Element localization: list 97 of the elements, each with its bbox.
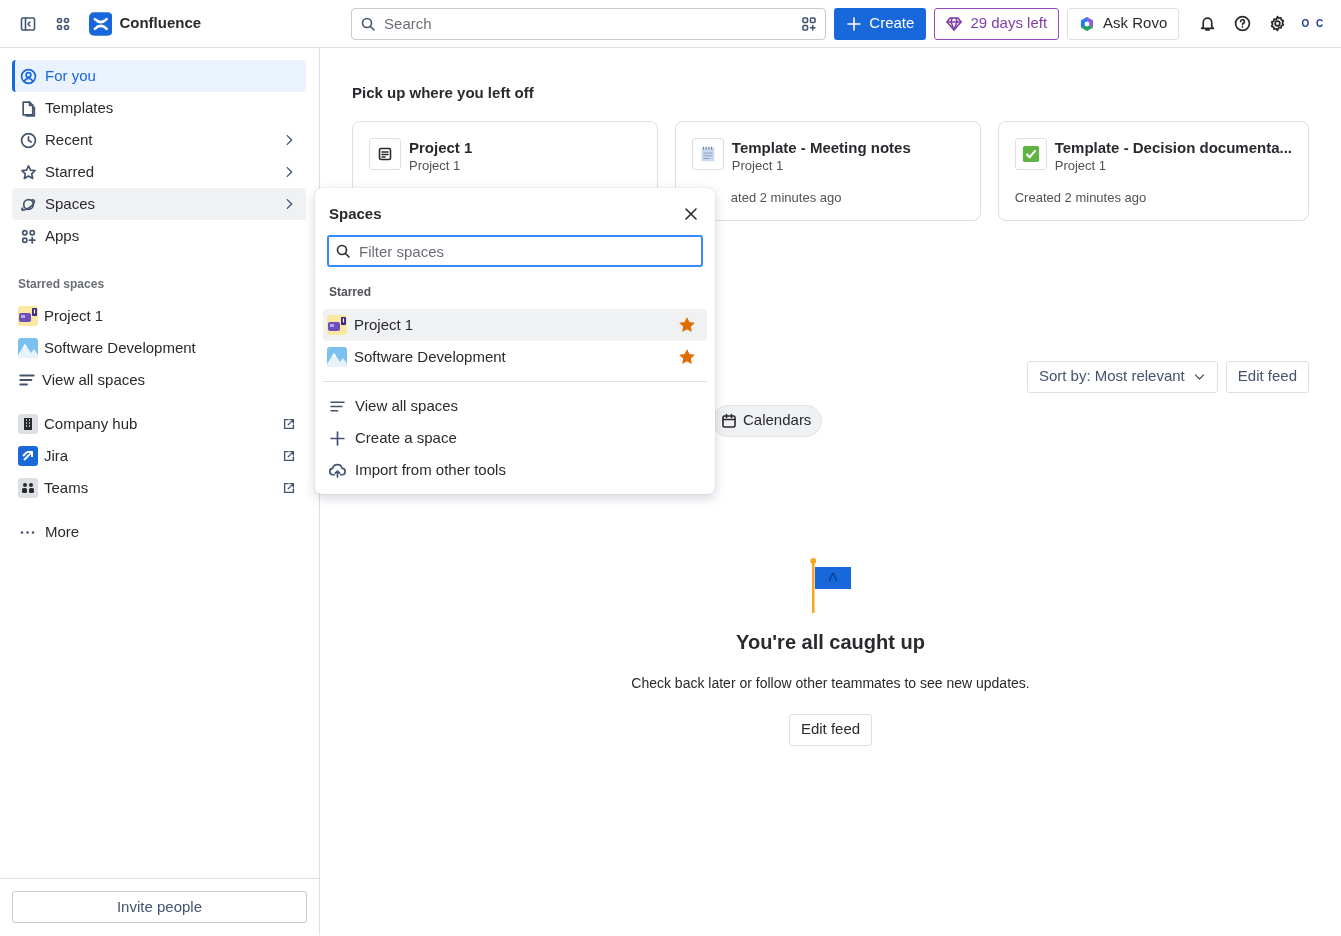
invite-button[interactable]: Invite people [12, 891, 307, 923]
external-link-icon [282, 417, 296, 431]
ask-rovo-button[interactable]: Ask Rovo [1067, 7, 1180, 40]
menu-item[interactable]: View all spaces [315, 390, 715, 422]
external-link-icon [282, 481, 296, 495]
space-item[interactable]: Software Development [323, 341, 707, 373]
empty-title: You're all caught up [736, 629, 925, 655]
space-label: Project 1 [44, 305, 104, 326]
apps-icon [20, 227, 37, 245]
card-title: Template - Decision documenta... [1054, 137, 1292, 158]
flag-icon [808, 556, 853, 613]
nav-label: For you [45, 65, 97, 86]
star-icon [20, 163, 37, 181]
app-link-label: Company hub [44, 413, 139, 434]
space-label: Software Development [354, 346, 507, 367]
card-footer: Created 2 minutes ago [1014, 187, 1292, 207]
scan-icon [801, 15, 818, 32]
filter-chip[interactable]: Calendars [712, 404, 823, 437]
app-link-label: Jira [44, 445, 70, 466]
trial-button[interactable]: 29 days left [934, 7, 1060, 40]
card-title: Project 1 [409, 137, 473, 158]
nav-item[interactable]: Starred [12, 156, 306, 188]
section-heading: Starred spaces [17, 276, 106, 293]
building-icon [18, 414, 38, 434]
close-icon [683, 206, 699, 222]
app-link[interactable]: Teams [12, 472, 306, 504]
search-icon [360, 15, 377, 32]
gem-icon [946, 15, 963, 32]
grid-icon [55, 15, 72, 32]
calendar-icon [721, 412, 737, 429]
menu-item[interactable]: Create a space [315, 422, 715, 454]
search-field[interactable]: Search [351, 7, 827, 40]
document-icon [20, 99, 37, 117]
external-link-icon [282, 449, 296, 463]
nav-label: Starred [45, 161, 96, 182]
create-button[interactable]: Create [834, 7, 927, 40]
card-space: Project 1 [731, 157, 785, 174]
space-label: Software Development [44, 337, 196, 358]
nav-item[interactable]: Apps [12, 220, 306, 252]
space-label: Project 1 [354, 314, 415, 335]
app-link-label: Teams [44, 477, 90, 498]
card-space: Project 1 [409, 157, 462, 174]
star-icon[interactable] [679, 349, 695, 365]
help-icon [1233, 15, 1251, 32]
nav-label: Apps [45, 225, 81, 246]
menu-label: Import from other tools [355, 459, 506, 480]
menu-label: Create a space [355, 427, 457, 448]
recent-card[interactable]: Template - Decision documenta... Project 1 Created 2 minutes ago [997, 120, 1309, 221]
menu-label: View all spaces [355, 395, 459, 416]
section-title: Pick up where you left off [352, 83, 535, 103]
clock-icon [20, 131, 37, 149]
filter-field[interactable]: Filter spaces [327, 235, 703, 267]
app-name: Confluence [119, 13, 202, 34]
card-footer: ated 2 minutes ago [691, 187, 964, 207]
space-item[interactable]: Software Development [12, 332, 306, 364]
mountain-icon [18, 338, 38, 358]
space-item[interactable]: Project 1 [12, 300, 306, 332]
plus-icon [329, 429, 346, 447]
sort-dropdown[interactable]: Sort by: Most relevant [1026, 360, 1218, 393]
checkbox-icon [1021, 144, 1040, 163]
sidebar-icon [19, 15, 36, 32]
plus-icon [846, 15, 863, 32]
section-heading: Starred [328, 284, 373, 301]
avatar-button[interactable]: O C [1297, 7, 1329, 40]
nav-item[interactable]: For you [12, 60, 306, 92]
nav-item[interactable]: Templates [12, 92, 306, 124]
space-item[interactable]: Project 1 [323, 309, 707, 341]
app-link[interactable]: Jira [12, 440, 306, 472]
empty-text: Check back later or follow other teammates to see new updates. [631, 673, 1030, 693]
space-item[interactable]: View all spaces [12, 364, 306, 396]
app-link[interactable]: Company hub [12, 408, 306, 440]
nav-item[interactable]: Recent [12, 124, 306, 156]
settings-icon [1269, 15, 1287, 32]
people-icon [18, 478, 38, 498]
mountain-icon [327, 347, 347, 367]
nav-label: Spaces [45, 193, 97, 214]
nav-item[interactable]: Spaces [12, 188, 306, 220]
nav-label: Templates [45, 97, 115, 118]
edit-feed-button[interactable]: Edit feed [1225, 360, 1309, 393]
cloud-upload-icon [329, 461, 346, 479]
star-icon[interactable] [679, 317, 695, 333]
arrows-app-icon [18, 446, 38, 466]
hexagon-icon [1079, 15, 1096, 32]
card-title: Template - Meeting notes [731, 137, 911, 158]
more-label: More [45, 521, 80, 542]
page-icon [377, 145, 393, 162]
nav-label: Recent [45, 129, 94, 150]
menu-item[interactable]: Import from other tools [315, 454, 715, 486]
edit-feed-button[interactable]: Edit feed [788, 713, 873, 746]
logo-icon [88, 11, 113, 36]
user-icon [20, 67, 37, 85]
more-item[interactable]: More [12, 516, 306, 548]
more-icon [19, 530, 36, 534]
card-space: Project 1 [1054, 157, 1108, 174]
bell-icon [1198, 15, 1216, 32]
space-label: View all spaces [42, 369, 146, 390]
search-icon [335, 243, 351, 259]
